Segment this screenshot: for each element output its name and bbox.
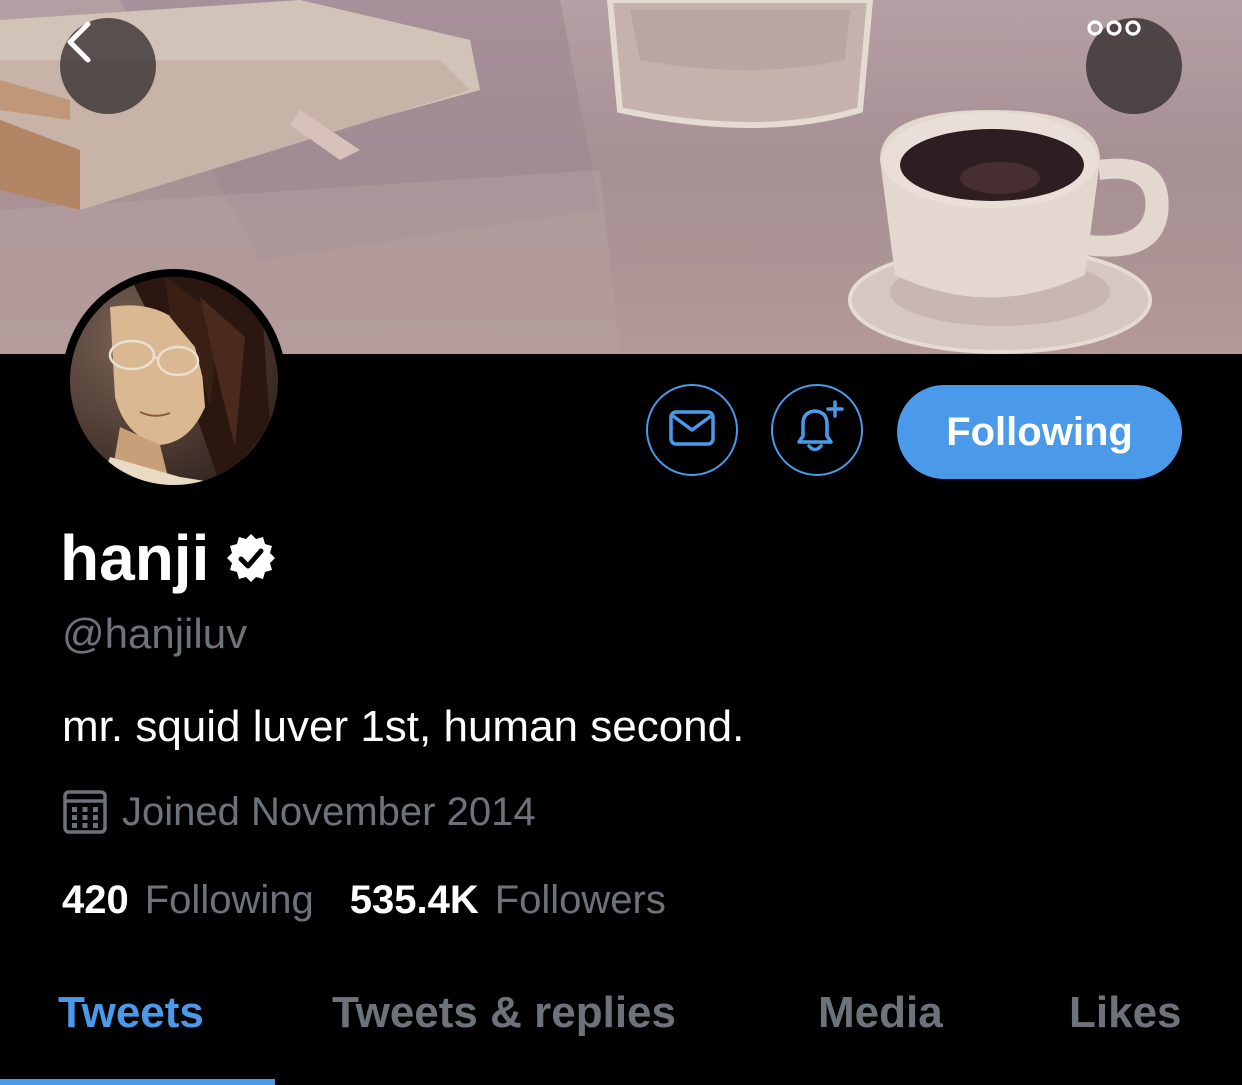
followers-label: Followers [494,878,666,922]
joined-date: Joined November 2014 [62,786,536,838]
back-button[interactable] [60,18,156,114]
profile-tabs: Tweets Tweets & replies Media Likes [0,966,1242,1085]
follow-stats: 420 Following 535.4K Followers [62,878,666,923]
active-tab-indicator [0,1079,275,1085]
following-count: 420 [62,878,129,922]
display-name-row: hanji [60,520,277,596]
message-button[interactable] [646,384,738,476]
calendar-icon [62,789,108,835]
tab-likes[interactable]: Likes [1069,988,1182,1038]
display-name: hanji [60,522,210,594]
avatar-image [70,277,278,485]
profile-avatar[interactable] [62,269,286,493]
following-button[interactable]: Following [897,385,1182,479]
tab-media[interactable]: Media [818,988,943,1038]
bell-plus-icon [789,399,845,461]
tab-tweets[interactable]: Tweets [58,988,204,1038]
notifications-button[interactable] [771,384,863,476]
envelope-icon [668,408,716,453]
joined-text: Joined November 2014 [122,789,536,834]
tab-tweets-and-replies[interactable]: Tweets & replies [332,988,676,1038]
followers-count: 535.4K [349,878,479,922]
username-handle: @hanjiluv [62,610,248,657]
profile-bio: mr. squid luver 1st, human second. [62,702,745,751]
followers-stat[interactable]: 535.4K Followers [350,878,666,923]
following-label: Following [144,878,314,922]
more-options-button[interactable] [1086,18,1182,114]
following-stat[interactable]: 420 Following [62,878,314,923]
verified-badge-icon [225,532,277,584]
